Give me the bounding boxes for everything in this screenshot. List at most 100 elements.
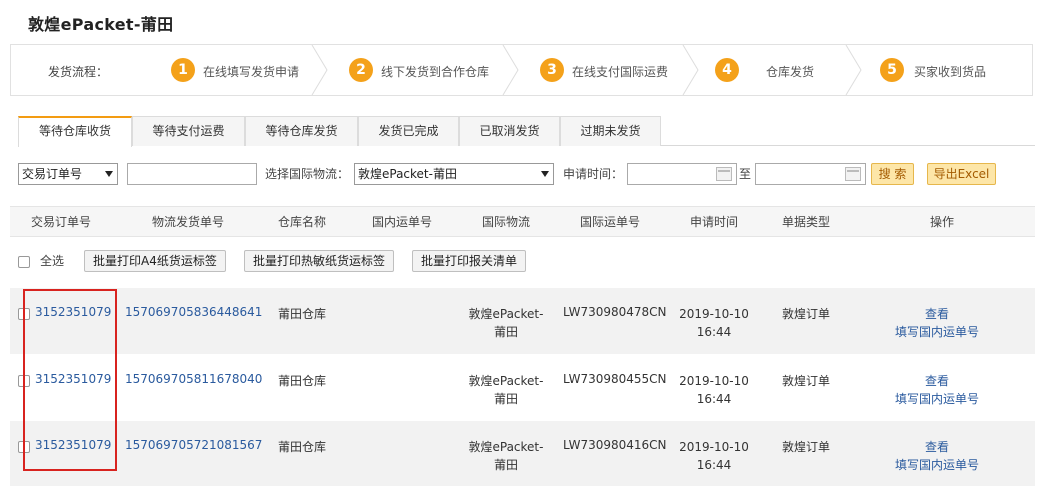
apply-time: 2019-10-10 16:44 xyxy=(676,438,752,474)
fill-domestic-tracking-link[interactable]: 填写国内运单号 xyxy=(887,456,987,474)
order-number-highlight-box xyxy=(23,289,117,471)
apply-date: 2019-10-10 xyxy=(679,440,749,454)
shipping-number-link[interactable]: 157069705836448641 xyxy=(125,305,262,319)
apply-clock-time: 16:44 xyxy=(696,325,732,339)
warehouse-name: 莆田仓库 xyxy=(278,440,327,454)
page-title: 敦煌ePacket-莆田 xyxy=(28,15,174,34)
step-text: 买家收到货品 xyxy=(914,65,987,79)
calendar-icon[interactable] xyxy=(845,167,861,181)
apply-time-label: 申请时间： xyxy=(563,167,624,181)
intl-logistics-line1: 敦煌ePacket- xyxy=(468,374,544,388)
intl-logistics: 敦煌ePacket- 莆田 xyxy=(466,372,546,408)
step-number: 5 xyxy=(880,58,904,82)
column-header-order-no: 交易订单号 xyxy=(31,215,92,229)
print-thermal-labels-button[interactable]: 批量打印热敏纸货运标签 xyxy=(244,250,395,272)
step-text: 在线支付国际运费 xyxy=(572,65,669,79)
warehouse-name: 莆田仓库 xyxy=(278,307,327,321)
column-header-actions: 操作 xyxy=(930,215,955,229)
intl-logistics-line1: 敦煌ePacket- xyxy=(468,307,544,321)
bulk-actions-bar: 全选 批量打印A4纸货运标签 批量打印热敏纸货运标签 批量打印报关清单 xyxy=(0,249,1045,275)
apply-time: 2019-10-10 16:44 xyxy=(676,305,752,341)
table-row: 3152351079 157069705721081567 莆田仓库 敦煌ePa… xyxy=(10,421,1035,486)
order-number-input[interactable] xyxy=(127,163,257,185)
select-all-label: 全选 xyxy=(40,254,65,268)
chevron-right-icon xyxy=(502,45,519,95)
document-type: 敦煌订单 xyxy=(782,440,831,454)
end-date-input[interactable] xyxy=(755,163,866,185)
apply-time: 2019-10-10 16:44 xyxy=(676,372,752,408)
shipping-number-link[interactable]: 157069705811678040 xyxy=(125,372,262,386)
apply-date: 2019-10-10 xyxy=(679,374,749,388)
intl-tracking-number: LW730980478CN xyxy=(563,305,667,319)
column-header-domestic-tracking: 国内运单号 xyxy=(372,215,433,229)
step-text: 线下发货到合作仓库 xyxy=(381,65,490,79)
export-excel-button[interactable]: 导出Excel xyxy=(927,163,996,185)
apply-clock-time: 16:44 xyxy=(696,392,732,406)
search-type-select[interactable]: 交易订单号 xyxy=(18,163,118,185)
step-number: 4 xyxy=(715,58,739,82)
tab-awaiting-freight-payment[interactable]: 等待支付运费 xyxy=(132,116,245,146)
start-date-input[interactable] xyxy=(627,163,737,185)
fill-domestic-tracking-link[interactable]: 填写国内运单号 xyxy=(887,390,987,408)
shipping-number-link[interactable]: 157069705721081567 xyxy=(125,438,262,452)
dropdown-arrow-icon xyxy=(541,171,549,177)
view-link[interactable]: 查看 xyxy=(887,305,987,323)
row-actions: 查看 填写国内运单号 xyxy=(887,372,987,408)
status-tabs: 等待仓库收货 等待支付运费 等待仓库发货 发货已完成 已取消发货 过期未发货 xyxy=(18,116,1035,147)
date-range-separator: 至 xyxy=(739,167,752,181)
chevron-right-icon xyxy=(311,45,328,95)
column-header-shipping-no: 物流发货单号 xyxy=(152,215,225,229)
chevron-right-icon xyxy=(682,45,699,95)
step-text: 在线填写发货申请 xyxy=(203,65,300,79)
table-row: 3152351079 157069705811678040 莆田仓库 敦煌ePa… xyxy=(10,355,1035,421)
table-header: 交易订单号 物流发货单号 仓库名称 国内运单号 国际物流 国际运单号 申请时间 … xyxy=(10,206,1035,237)
intl-logistics-line2: 莆田 xyxy=(493,325,518,339)
logistics-label: 选择国际物流： xyxy=(265,167,350,181)
logistics-select[interactable]: 敦煌ePacket-莆田 xyxy=(354,163,554,185)
column-header-apply-time: 申请时间 xyxy=(690,215,739,229)
step-number: 1 xyxy=(171,58,195,82)
apply-date: 2019-10-10 xyxy=(679,307,749,321)
tab-awaiting-warehouse-shipment[interactable]: 等待仓库发货 xyxy=(245,116,358,146)
intl-logistics: 敦煌ePacket- 莆田 xyxy=(466,305,546,341)
shipping-process-steps: 发货流程： 1 在线填写发货申请 2 线下发货到合作仓库 3 在线支付国际运费 … xyxy=(10,44,1033,96)
intl-tracking-number: LW730980455CN xyxy=(563,372,667,386)
document-type: 敦煌订单 xyxy=(782,374,831,388)
intl-logistics-line2: 莆田 xyxy=(493,392,518,406)
intl-logistics-line1: 敦煌ePacket- xyxy=(468,440,544,454)
steps-label: 发货流程： xyxy=(48,65,109,79)
apply-clock-time: 16:44 xyxy=(696,458,732,472)
column-header-document-type: 单据类型 xyxy=(782,215,831,229)
step-number: 3 xyxy=(540,58,564,82)
document-type: 敦煌订单 xyxy=(782,307,831,321)
filter-bar: 交易订单号 选择国际物流： 敦煌ePacket-莆田 申请时间： 至 搜 索 导… xyxy=(0,163,1045,187)
tab-expired[interactable]: 过期未发货 xyxy=(560,116,661,146)
select-all-checkbox[interactable] xyxy=(18,256,30,268)
intl-logistics: 敦煌ePacket- 莆田 xyxy=(466,438,546,474)
calendar-icon[interactable] xyxy=(716,167,732,181)
print-customs-list-button[interactable]: 批量打印报关清单 xyxy=(412,250,527,272)
column-header-intl-logistics: 国际物流 xyxy=(482,215,531,229)
dropdown-arrow-icon xyxy=(105,171,113,177)
step-number: 2 xyxy=(349,58,373,82)
row-actions: 查看 填写国内运单号 xyxy=(887,305,987,341)
tab-shipped-completed[interactable]: 发货已完成 xyxy=(358,116,459,146)
logistics-value: 敦煌ePacket-莆田 xyxy=(358,167,457,181)
chevron-right-icon xyxy=(845,45,862,95)
column-header-warehouse: 仓库名称 xyxy=(278,215,327,229)
row-actions: 查看 填写国内运单号 xyxy=(887,438,987,474)
search-type-value: 交易订单号 xyxy=(22,167,83,181)
intl-logistics-line2: 莆田 xyxy=(493,458,518,472)
fill-domestic-tracking-link[interactable]: 填写国内运单号 xyxy=(887,323,987,341)
print-a4-labels-button[interactable]: 批量打印A4纸货运标签 xyxy=(84,250,226,272)
intl-tracking-number: LW730980416CN xyxy=(563,438,667,452)
column-header-intl-tracking: 国际运单号 xyxy=(580,215,641,229)
tab-awaiting-warehouse-receipt[interactable]: 等待仓库收货 xyxy=(18,116,132,147)
step-text: 仓库发货 xyxy=(766,65,815,79)
tab-cancelled[interactable]: 已取消发货 xyxy=(459,116,560,146)
view-link[interactable]: 查看 xyxy=(887,438,987,456)
warehouse-name: 莆田仓库 xyxy=(278,374,327,388)
view-link[interactable]: 查看 xyxy=(887,372,987,390)
table-row: 3152351079 157069705836448641 莆田仓库 敦煌ePa… xyxy=(10,288,1035,354)
search-button[interactable]: 搜 索 xyxy=(871,163,914,185)
